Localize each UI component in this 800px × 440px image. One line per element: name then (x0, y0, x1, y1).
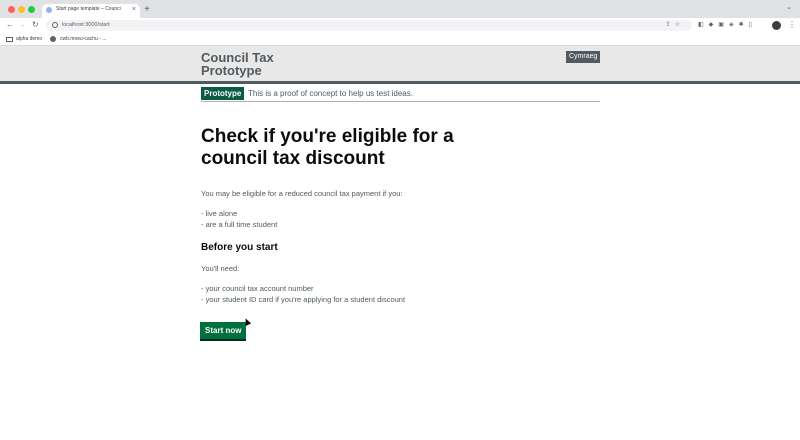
tab-favicon-icon (46, 7, 52, 13)
site-info-icon[interactable] (52, 22, 58, 28)
intro-paragraph: You may be eligible for a reduced counci… (201, 189, 403, 198)
extension-icons[interactable]: ◧◆▣◈✱▯ (698, 21, 757, 28)
section-heading: Before you start (201, 242, 278, 253)
maximize-window-button[interactable] (28, 6, 35, 13)
eligibility-item-live-alone: - live alone (201, 209, 238, 218)
reload-button[interactable]: ↻ (32, 20, 39, 30)
need-item-account-number: - your council tax account number (201, 284, 314, 293)
back-button[interactable]: ← (6, 20, 14, 30)
address-bar[interactable]: localhost:3000/start ⇪☆ (46, 20, 692, 31)
bookmark-globe-icon (50, 36, 56, 42)
service-name[interactable]: Council Tax Prototype (201, 51, 311, 77)
service-header (0, 46, 800, 81)
bookmark-alpha-demo[interactable]: alpha demo (16, 36, 42, 42)
language-toggle-button[interactable]: Cymraeg (566, 51, 601, 63)
share-bookmark-icons[interactable]: ⇪☆ (666, 21, 684, 28)
title-bar: Start page template – Counci × + ⌄ (0, 0, 800, 18)
address-url[interactable]: localhost:3000/start (62, 22, 110, 28)
tab-search-icon[interactable]: ⌄ (786, 3, 792, 11)
phase-banner: Prototype This is a proof of concept to … (201, 87, 600, 102)
new-tab-button[interactable]: + (144, 4, 150, 16)
minimize-window-button[interactable] (18, 6, 25, 13)
tab-title: Start page template – Counci (56, 6, 121, 12)
need-intro: You'll need: (201, 264, 240, 273)
close-window-button[interactable] (8, 6, 15, 13)
eligibility-item-student: - are a full time student (201, 220, 278, 229)
phase-tag: Prototype (201, 87, 245, 100)
start-now-button[interactable]: Start now (200, 322, 247, 339)
profile-avatar[interactable] (772, 21, 781, 30)
forward-button[interactable]: → (18, 20, 26, 30)
bookmark-cwb[interactable]: cwb.moeu-cachu - ... (60, 36, 106, 42)
header-border (0, 81, 800, 84)
bookmark-folder-icon (6, 37, 13, 42)
phase-banner-text: This is a proof of concept to help us te… (248, 89, 413, 98)
browser-tab[interactable]: Start page template – Counci × (42, 4, 140, 18)
browser-menu-icon[interactable]: ⋮ (788, 20, 796, 29)
need-item-student-id: - your student ID card if you're applyin… (201, 295, 406, 304)
bookmarks-bar: alpha demo cwb.moeu-cachu - ... (0, 33, 800, 46)
page-title: Check if you're eligible for a council t… (201, 126, 454, 169)
close-tab-icon[interactable]: × (132, 5, 136, 15)
browser-toolbar: ← → ↻ localhost:3000/start ⇪☆ ◧◆▣◈✱▯ ⋮ (0, 18, 800, 33)
